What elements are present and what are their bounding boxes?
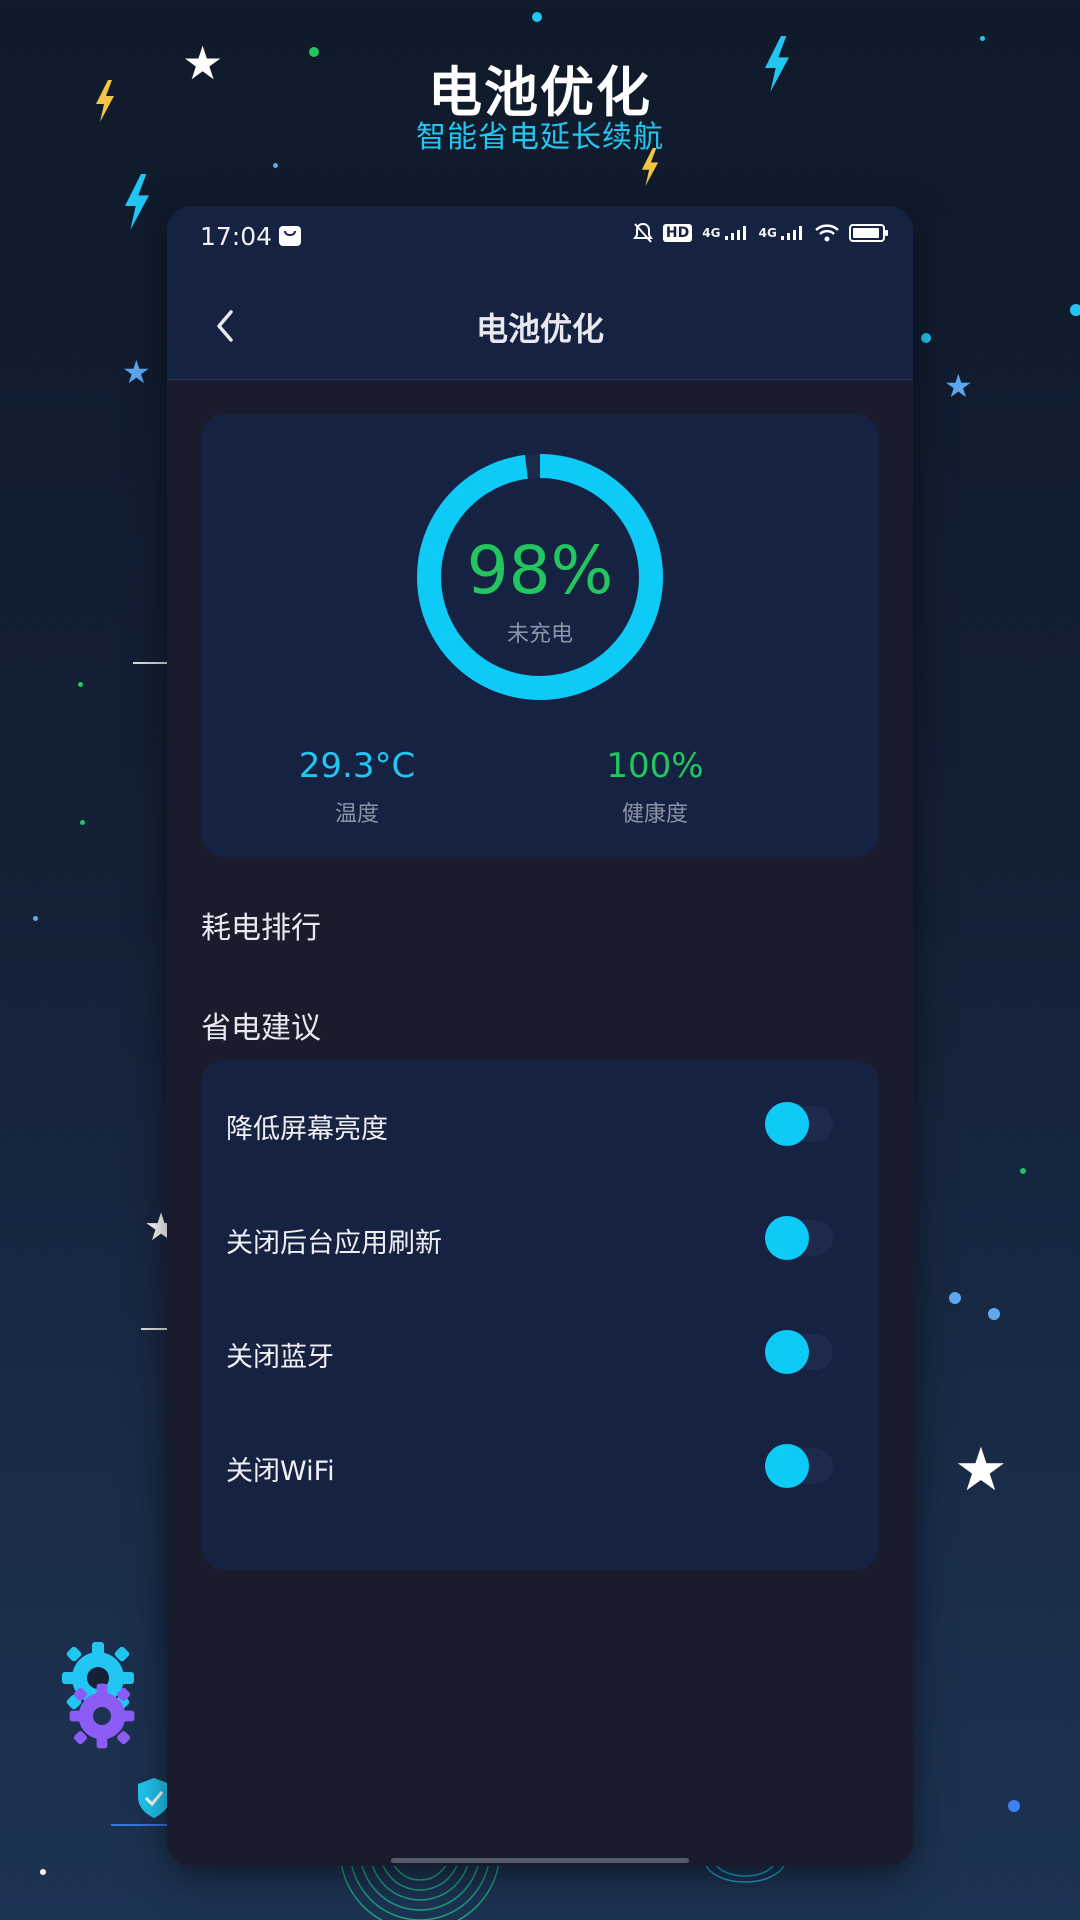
suggestions-card: 降低屏幕亮度 关闭后台应用刷新 关闭蓝牙 关闭WiFi	[201, 1060, 879, 1570]
gear-icon	[69, 1683, 135, 1749]
toggle-switch[interactable]	[765, 1444, 833, 1488]
network-label: 4G	[702, 226, 721, 240]
wifi-icon	[815, 224, 839, 242]
shooting-line	[141, 1328, 167, 1330]
home-indicator[interactable]	[391, 1858, 689, 1863]
battery-status-card: 98% 未充电 29.3°C 温度 100% 健康度	[201, 414, 879, 857]
hd-icon: HD	[662, 224, 693, 242]
sparkle-dot	[988, 1308, 1000, 1320]
toggle-switch[interactable]	[765, 1102, 833, 1146]
sparkle-dot	[1008, 1800, 1020, 1812]
lightning-icon	[125, 174, 149, 230]
charging-status: 未充电	[506, 622, 573, 647]
sparkle-dot	[532, 12, 542, 22]
sparkle-dot	[980, 36, 985, 41]
suggestion-row: 降低屏幕亮度	[201, 1080, 879, 1170]
suggestion-row: 关闭后台应用刷新	[201, 1194, 879, 1284]
suggestions-title: 省电建议	[201, 1011, 321, 1046]
health-label: 健康度	[621, 802, 688, 827]
status-icons: HD 4G 4G	[633, 222, 888, 244]
suggestion-row: 关闭蓝牙	[201, 1308, 879, 1398]
sparkle-dot	[40, 1869, 46, 1875]
suggestion-label: 降低屏幕亮度	[226, 1114, 388, 1145]
app-header: 17:04 HD 4G 4G 电池优化	[167, 206, 913, 380]
network-label: 4G	[758, 226, 777, 240]
message-icon	[279, 226, 301, 246]
signal-4g-icon: 4G	[759, 226, 805, 240]
status-time: 17:04	[200, 222, 273, 251]
power-ranking-title: 耗电排行	[201, 911, 321, 946]
sparkle-dot	[80, 820, 85, 825]
toggle-knob	[765, 1330, 809, 1374]
temperature-label: 温度	[334, 802, 379, 827]
sparkle-dot	[78, 682, 83, 687]
mute-icon	[633, 222, 653, 243]
sparkle-dot	[1020, 1168, 1026, 1174]
sparkle-dot	[273, 163, 278, 168]
suggestion-label: 关闭蓝牙	[226, 1342, 334, 1373]
toggle-knob	[765, 1216, 809, 1260]
sparkle-dot	[1070, 304, 1080, 316]
suggestion-label: 关闭WiFi	[226, 1456, 335, 1487]
sparkle-dot	[949, 1292, 961, 1304]
poster-subtitle: 智能省电延长续航	[416, 120, 664, 155]
toggle-knob	[765, 1444, 809, 1488]
battery-percent: 98%	[466, 532, 614, 609]
health-value: 100%	[606, 746, 704, 786]
shield-check-icon	[138, 1778, 170, 1818]
suggestion-row: 关闭WiFi	[201, 1422, 879, 1512]
shooting-line	[111, 1824, 167, 1826]
sparkle-dot	[921, 333, 931, 343]
signal-4g-icon: 4G	[702, 226, 748, 240]
suggestion-label: 关闭后台应用刷新	[226, 1228, 442, 1259]
star-icon: ★	[954, 1435, 1008, 1505]
sparkle-dot	[33, 916, 38, 921]
battery-icon	[849, 224, 888, 242]
page-title: 电池优化	[475, 310, 604, 348]
phone-screen: 17:04 HD 4G 4G 电池优化 98% 未充电 29.3°C 温度 10…	[167, 206, 913, 1866]
toggle-switch[interactable]	[765, 1216, 833, 1260]
star-icon: ★	[122, 353, 151, 391]
star-icon: ★	[944, 367, 973, 405]
shooting-line	[133, 662, 167, 664]
toggle-knob	[765, 1102, 809, 1146]
toggle-switch[interactable]	[765, 1330, 833, 1374]
temperature-value: 29.3°C	[298, 746, 416, 786]
